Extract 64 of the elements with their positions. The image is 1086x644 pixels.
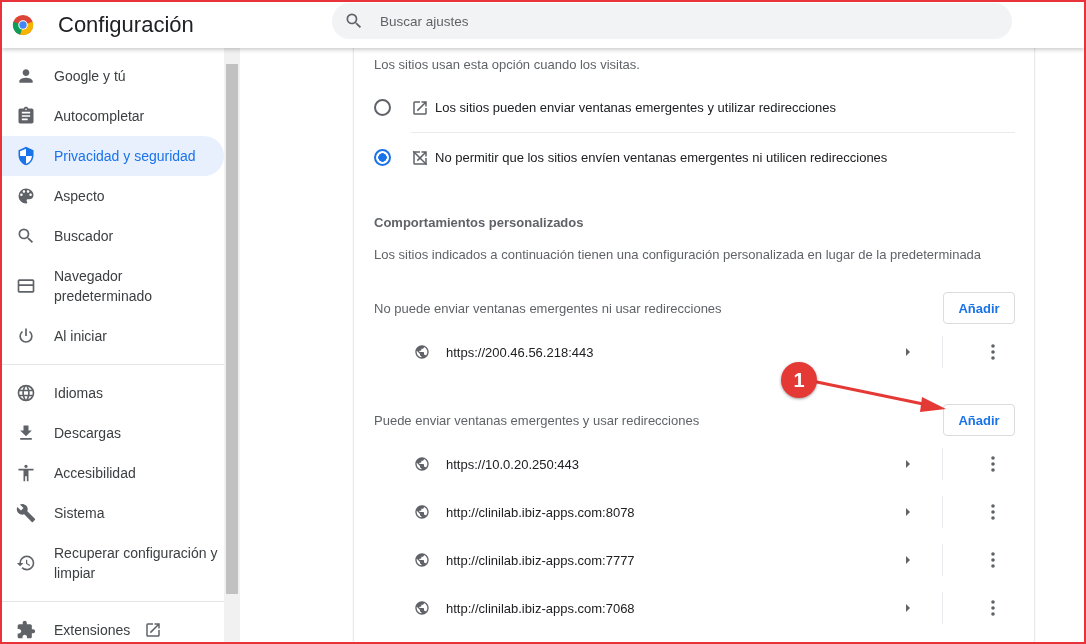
sidebar-item[interactable]: Idiomas bbox=[2, 373, 224, 413]
search-field[interactable]: Buscar ajustes bbox=[332, 3, 1012, 39]
wrench-icon bbox=[16, 503, 36, 523]
accessibility-icon bbox=[16, 463, 36, 483]
search-icon bbox=[16, 226, 36, 246]
radio-button[interactable] bbox=[374, 149, 391, 166]
more-options-icon[interactable] bbox=[991, 600, 995, 616]
history-icon bbox=[16, 553, 36, 573]
radio-button[interactable] bbox=[374, 99, 391, 116]
globe-icon bbox=[414, 504, 430, 520]
expand-arrow-icon[interactable] bbox=[904, 555, 912, 565]
sidebar-item[interactable]: Al iniciar bbox=[2, 316, 224, 356]
sidebar-item[interactable]: Privacidad y seguridad bbox=[2, 136, 224, 176]
sidebar-item[interactable]: Accesibilidad bbox=[2, 453, 224, 493]
globe-icon bbox=[414, 600, 430, 616]
clipboard-icon bbox=[16, 106, 36, 126]
search-icon bbox=[344, 11, 364, 31]
sidebar-item[interactable]: Recuperar configuración y limpiar bbox=[2, 533, 224, 593]
puzzle-icon bbox=[16, 620, 36, 640]
sidebar-item[interactable]: Navegador predeterminado bbox=[2, 256, 224, 316]
blocked-link-icon bbox=[411, 148, 429, 167]
list-label: Puede enviar ventanas emergentes y usar redirecciones bbox=[374, 412, 700, 428]
more-options-icon[interactable] bbox=[991, 456, 995, 472]
site-url[interactable]: http://clinilab.ibiz-apps.com:8078 bbox=[446, 504, 904, 520]
sidebar-item[interactable]: Aspecto bbox=[2, 176, 224, 216]
site-url[interactable]: https://10.0.20.250:443 bbox=[446, 456, 904, 472]
site-url[interactable]: http://clinilab.ibiz-apps.com:7777 bbox=[446, 552, 904, 568]
sidebar-item[interactable]: Extensiones bbox=[2, 610, 224, 642]
sidebar-item[interactable]: Autocompletar bbox=[2, 96, 224, 136]
sidebar-item[interactable]: Buscador bbox=[2, 216, 224, 256]
option-label: Los sitios pueden enviar ventanas emergentes y utilizar redirecciones bbox=[435, 100, 837, 115]
scrollbar-thumb[interactable] bbox=[226, 64, 238, 594]
site-url[interactable]: https://200.46.56.218:443 bbox=[446, 344, 904, 360]
browser-window-icon bbox=[16, 276, 36, 296]
globe-icon bbox=[414, 344, 430, 360]
sidebar-item[interactable]: Sistema bbox=[2, 493, 224, 533]
expand-arrow-icon[interactable] bbox=[904, 507, 912, 517]
expand-arrow-icon[interactable] bbox=[904, 603, 912, 613]
shield-icon bbox=[16, 146, 36, 166]
globe-icon bbox=[414, 552, 430, 568]
add-button[interactable]: Añadir bbox=[943, 292, 1015, 324]
add-button[interactable]: Añadir bbox=[943, 404, 1015, 436]
list-label: No puede enviar ventanas emergentes ni usar redirecciones bbox=[374, 300, 722, 316]
globe-icon bbox=[414, 456, 430, 472]
more-options-icon[interactable] bbox=[991, 552, 995, 568]
power-icon bbox=[16, 326, 36, 346]
expand-arrow-icon[interactable] bbox=[904, 347, 912, 357]
page-title: Configuración bbox=[58, 12, 195, 38]
sidebar-item[interactable]: Descargas bbox=[2, 413, 224, 453]
palette-icon bbox=[16, 186, 36, 206]
expand-arrow-icon[interactable] bbox=[904, 459, 912, 469]
more-options-icon[interactable] bbox=[991, 504, 995, 520]
section-description: Los sitios indicados a continuación tienen una configuración personalizada en lugar de la predeterminada bbox=[374, 246, 983, 264]
external-link-icon bbox=[411, 98, 429, 117]
site-url[interactable]: http://clinilab.ibiz-apps.com:7068 bbox=[446, 600, 904, 616]
more-options-icon[interactable] bbox=[991, 344, 995, 360]
intro-text: Los sitios usan esta opción cuando los visitas. bbox=[374, 56, 641, 74]
option-label: No permitir que los sitios envíen ventanas emergentes ni utilicen redirecciones bbox=[435, 150, 888, 165]
section-heading: Comportamientos personalizados bbox=[374, 214, 585, 232]
globe-icon bbox=[16, 383, 36, 403]
search-input[interactable]: Buscar ajustes bbox=[378, 12, 1012, 30]
app-logo-icon bbox=[12, 14, 34, 36]
external-link-icon bbox=[144, 621, 163, 639]
sidebar-item[interactable]: Google y tú bbox=[2, 56, 224, 96]
